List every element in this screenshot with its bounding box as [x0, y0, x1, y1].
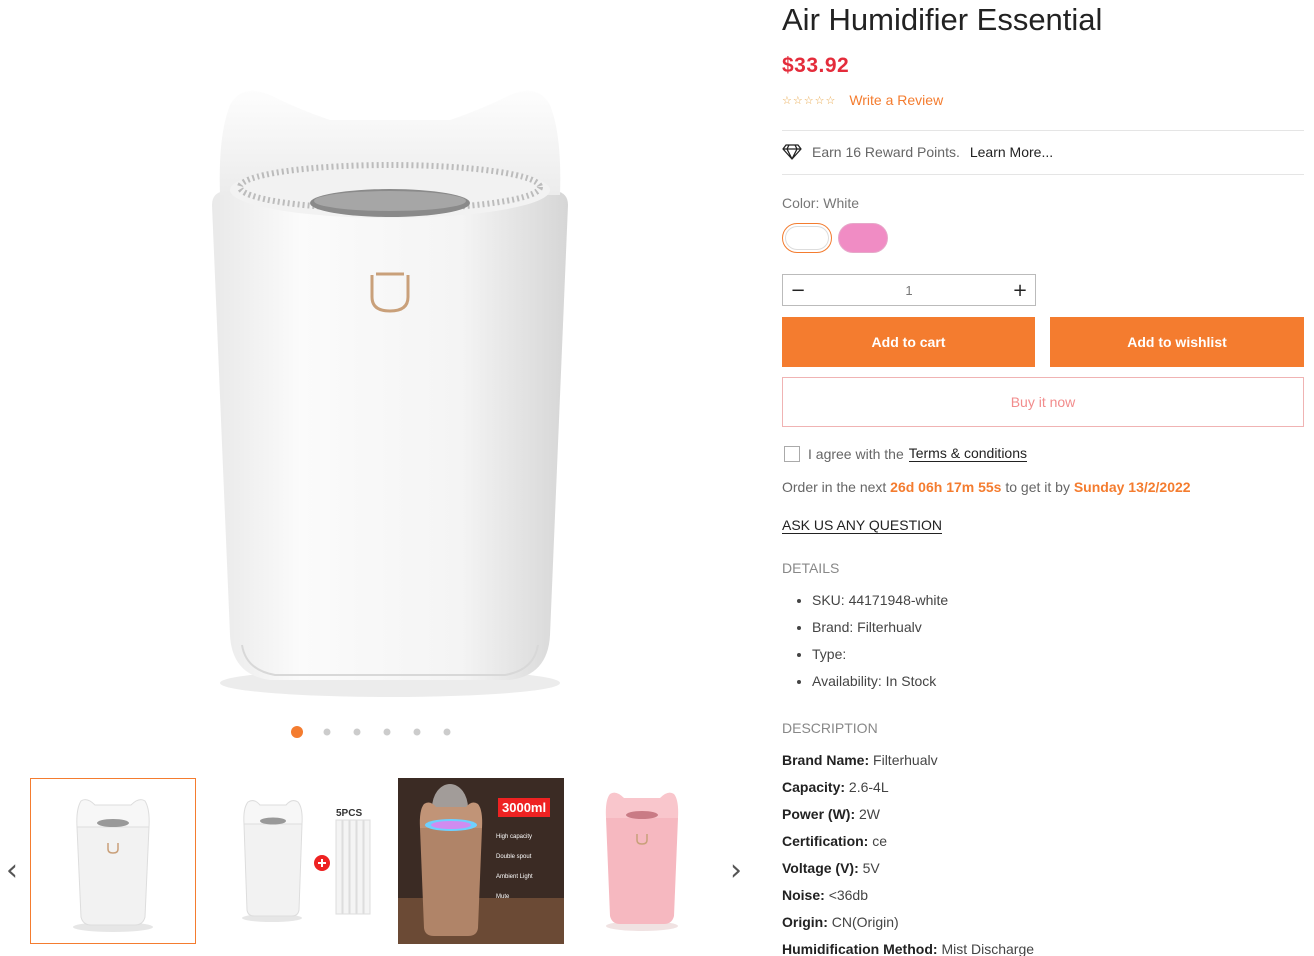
swatch-white[interactable]	[782, 223, 832, 253]
diamond-icon	[782, 144, 802, 160]
thumbnail-pink-humidifier[interactable]	[582, 778, 702, 944]
spec-row: Noise: <36db	[782, 885, 1034, 912]
feature-double-spout: Double spout	[496, 854, 532, 860]
detail-availability: Availability: In Stock	[812, 671, 948, 698]
ask-question-link[interactable]: ASK US ANY QUESTION	[782, 517, 943, 534]
feature-list: High capacity Double spout Ambient Light…	[496, 834, 533, 914]
spec-value: Mist Discharge	[941, 941, 1035, 956]
terms-checkbox[interactable]	[784, 445, 800, 462]
carousel-dot[interactable]	[443, 728, 451, 736]
spec-value: ce	[872, 833, 888, 849]
quantity-stepper: − +	[782, 274, 1036, 306]
divider	[782, 174, 1304, 175]
countdown-timer: 26d 06h 17m 55s	[890, 479, 1002, 495]
thumbnail-white-humidifier[interactable]	[30, 778, 196, 944]
spec-key: Origin:	[782, 914, 828, 930]
star-rating-icon: ☆☆☆☆☆	[782, 93, 837, 107]
spec-row: Voltage (V): 5V	[782, 858, 1034, 885]
spec-row: Humidification Method: Mist Discharge	[782, 939, 1034, 956]
thumbnail-5pcs-label: 5PCS	[336, 808, 363, 819]
spec-key: Humidification Method:	[782, 941, 938, 956]
spec-row: Capacity: 2.6-4L	[782, 777, 1034, 804]
buy-it-now-button[interactable]: Buy it now	[782, 377, 1304, 427]
description-heading: DESCRIPTION	[782, 720, 878, 736]
reward-points: Earn 16 Reward Points. Learn More...	[782, 144, 1053, 160]
terms-agreement: I agree with the Terms & conditions	[784, 445, 1028, 462]
minus-icon[interactable]: −	[783, 280, 813, 301]
spec-key: Voltage (V):	[782, 860, 859, 876]
capacity-badge: 3000ml	[498, 798, 551, 817]
rating-row: ☆☆☆☆☆ Write a Review	[782, 92, 943, 108]
detail-type: Type:	[812, 644, 948, 671]
spec-row: Certification: ce	[782, 831, 1034, 858]
spec-value: 2.6-4L	[848, 779, 889, 795]
spec-key: Noise:	[782, 887, 825, 903]
detail-brand: Brand: Filterhualv	[812, 617, 948, 644]
terms-link[interactable]: Terms & conditions	[908, 445, 1028, 462]
carousel-dot[interactable]	[383, 728, 391, 736]
learn-more-link[interactable]: Learn More...	[970, 144, 1053, 160]
add-to-wishlist-button[interactable]: Add to wishlist	[1050, 317, 1304, 367]
thumbnail-strip: 5PCS 3000ml High capacity Double spout A…	[30, 778, 702, 944]
delivery-countdown: Order in the next 26d 06h 17m 55s to get…	[782, 479, 1191, 495]
delivery-date: Sunday 13/2/2022	[1073, 479, 1191, 495]
spec-key: Capacity:	[782, 779, 846, 795]
order-prefix: Order in the next	[782, 479, 887, 495]
spec-value: CN(Origin)	[831, 914, 899, 930]
feature-mute: Mute	[496, 894, 510, 900]
spec-value: 5V	[862, 860, 880, 876]
plus-icon[interactable]: +	[1005, 280, 1035, 301]
product-title: Air Humidifier Essential	[782, 2, 1103, 37]
color-swatches	[782, 223, 888, 253]
divider	[782, 130, 1304, 131]
swatch-pink[interactable]	[838, 223, 888, 253]
carousel-dot[interactable]	[353, 728, 361, 736]
product-price: $33.92	[782, 54, 850, 77]
feature-ambient-light: Ambient Light	[496, 874, 533, 880]
chevron-right-icon[interactable]: ›	[730, 856, 742, 886]
details-list: SKU: 44171948-white Brand: Filterhualv T…	[812, 590, 948, 698]
spec-key: Certification:	[782, 833, 869, 849]
thumbnail-with-filters[interactable]: 5PCS	[214, 778, 380, 944]
chevron-left-icon[interactable]: ‹	[6, 856, 18, 886]
thumbnail-3000ml[interactable]: 3000ml High capacity Double spout Ambien…	[398, 778, 564, 944]
carousel-dot[interactable]	[323, 728, 331, 736]
main-product-image[interactable]	[180, 75, 600, 705]
carousel-dot[interactable]	[291, 726, 303, 738]
product-gallery: ‹ › 5PCS 3000ml High capacity Double spo…	[0, 0, 760, 956]
detail-sku: SKU: 44171948-white	[812, 590, 948, 617]
reward-text: Earn 16 Reward Points.	[812, 144, 960, 160]
spec-row: Power (W): 2W	[782, 804, 1034, 831]
write-review-link[interactable]: Write a Review	[849, 92, 943, 108]
add-to-cart-button[interactable]: Add to cart	[782, 317, 1035, 367]
details-heading: DETAILS	[782, 560, 840, 576]
carousel-dots	[291, 726, 452, 738]
spec-value: 2W	[859, 806, 880, 822]
spec-row: Brand Name: Filterhualv	[782, 750, 1034, 777]
spec-key: Brand Name:	[782, 752, 870, 768]
description-list: Brand Name: Filterhualv Capacity: 2.6-4L…	[782, 750, 1034, 956]
spec-value: <36db	[828, 887, 869, 903]
color-label: Color: White	[782, 195, 860, 211]
spec-row: Origin: CN(Origin)	[782, 912, 1034, 939]
spec-value: Filterhualv	[873, 752, 938, 768]
order-middle: to get it by	[1005, 479, 1070, 495]
agree-text: I agree with the	[808, 445, 904, 462]
spec-key: Power (W):	[782, 806, 856, 822]
feature-high-capacity: High capacity	[496, 834, 533, 840]
quantity-input[interactable]	[813, 282, 1005, 298]
carousel-dot[interactable]	[413, 728, 421, 736]
